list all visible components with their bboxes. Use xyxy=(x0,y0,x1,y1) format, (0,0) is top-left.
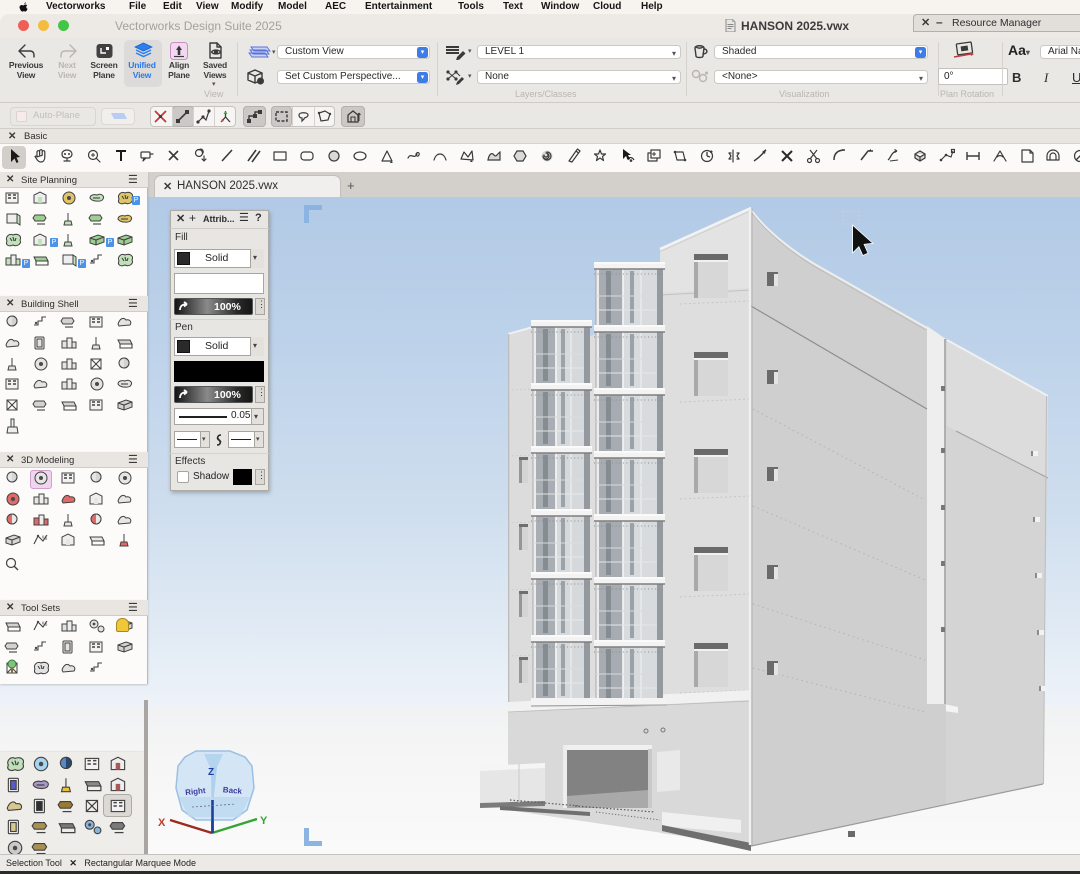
svg-text:%: % xyxy=(42,536,48,542)
svg-text:Y: Y xyxy=(260,815,268,827)
svg-text:Back: Back xyxy=(223,785,243,796)
svg-text:%: % xyxy=(42,622,48,628)
svg-text:X: X xyxy=(158,817,166,829)
svg-text:Z: Z xyxy=(208,767,214,778)
